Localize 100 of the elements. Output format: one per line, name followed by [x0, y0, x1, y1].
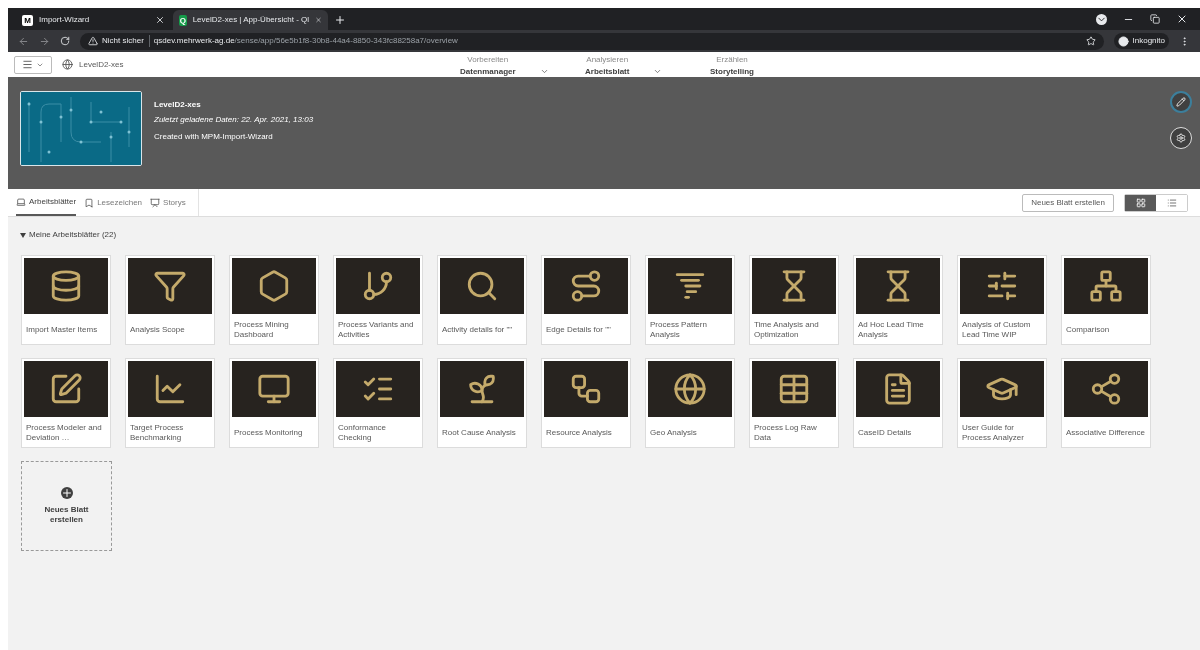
sheet-title: Target Process Benchmarking	[130, 423, 185, 443]
route-icon	[569, 269, 603, 303]
restore-icon[interactable]	[1150, 14, 1160, 24]
warning-icon	[88, 36, 98, 46]
sheet-card[interactable]: Process Variants and Activities	[333, 255, 423, 345]
search-icon	[465, 269, 499, 303]
presentation-icon	[150, 197, 161, 208]
sheet-card[interactable]: Resource Analysis	[541, 358, 631, 448]
sheet-card[interactable]: Analysis of Custom Lead Time WIP	[957, 255, 1047, 345]
sheet-card[interactable]: Activity details for ""	[437, 255, 527, 345]
sheet-title: Process Modeler and Deviation …	[26, 423, 103, 443]
sheet-card[interactable]: Geo Analysis	[645, 358, 735, 448]
sheet-card[interactable]: Process Pattern Analysis	[645, 255, 735, 345]
close-icon[interactable]	[1176, 13, 1188, 25]
create-sheet-label: Neues Blatt erstellen	[43, 505, 90, 525]
browser-tab[interactable]: Q LevelD2-xes | App-Übersicht - Ql	[173, 10, 328, 30]
new-sheet-button[interactable]: Neues Blatt erstellen	[1022, 193, 1114, 212]
sheet-title: Associative Difference	[1066, 428, 1145, 438]
nav-caption: Erzählen	[716, 54, 748, 66]
grid-icon	[1135, 197, 1146, 208]
filter-icon	[153, 269, 187, 303]
sheet-card[interactable]: Associative Difference	[1061, 358, 1151, 448]
sheet-title: Ad Hoc Lead Time Analysis	[858, 320, 925, 340]
nav-menu[interactable]: Analysieren Arbeitsblatt	[585, 54, 710, 78]
sheet-title: Edge Details for ""	[546, 325, 611, 335]
close-icon[interactable]	[155, 15, 165, 25]
back-icon[interactable]	[18, 35, 29, 47]
sheet-title: Time Analysis and Optimization	[754, 320, 820, 340]
sheet-card[interactable]: Import Master Items	[21, 255, 111, 345]
nav-label: Arbeitsblatt	[585, 66, 630, 78]
url-field[interactable]: Nicht sicher qsdev.mehrwerk-ag.de/sense/app/56e5b1f8-30b8-44a4-8850-343fc88258a7/overview	[80, 32, 1104, 50]
app-title: LevelD2-xes	[154, 99, 202, 111]
sheet-title: Analysis Scope	[130, 325, 185, 335]
globe-icon	[673, 372, 707, 406]
sheet-card[interactable]: Root Cause Analysis	[437, 358, 527, 448]
plus-icon	[60, 487, 73, 499]
reload-icon[interactable]	[60, 36, 70, 46]
grid-view-button[interactable]	[1125, 194, 1156, 211]
network-icon	[1089, 269, 1123, 303]
workflow-icon	[569, 372, 603, 406]
sheet-card[interactable]: Edge Details for ""	[541, 255, 631, 345]
sheet-card[interactable]: Process Modeler and Deviation …	[21, 358, 111, 448]
sheet-title: CaseID Details	[858, 428, 912, 438]
bookmark-star-icon[interactable]	[1085, 36, 1096, 46]
sheet-card[interactable]: Comparison	[1061, 255, 1151, 345]
favicon: M	[22, 14, 33, 26]
sheet-card[interactable]: Analysis Scope	[125, 255, 215, 345]
new-tab-icon[interactable]	[334, 14, 346, 26]
forward-icon[interactable]	[39, 35, 50, 47]
content-tab[interactable]: Lesezeichen	[84, 189, 143, 216]
sheet-card[interactable]: Ad Hoc Lead Time Analysis	[853, 255, 943, 345]
profile-chip[interactable]: Inkognito	[1113, 33, 1169, 49]
url-path: /sense/app/56e5b1f8-30b8-44a4-8850-343fc88258a7/overview	[234, 35, 458, 47]
sheet-title: Conformance Checking	[338, 423, 388, 443]
settings-button[interactable]	[1170, 127, 1192, 149]
create-sheet-tile[interactable]: Neues Blatt erstellen	[21, 461, 112, 551]
sheet-title: Analysis of Custom Lead Time WIP	[962, 320, 1032, 340]
pencil-icon	[1176, 97, 1186, 107]
database-icon	[49, 269, 83, 303]
branch-icon	[361, 269, 395, 303]
sheet-title: Process Log Raw Data	[754, 423, 818, 443]
content-tab[interactable]: Storys	[150, 189, 186, 216]
tab-title: LevelD2-xes | App-Übersicht - Ql	[192, 14, 309, 26]
nav-label: Datenmanager	[460, 66, 516, 78]
sheet-title: User Guide for Process Analyzer	[962, 423, 1025, 443]
pen-square-icon	[49, 372, 83, 406]
browser-tab[interactable]: M Import-Wizard	[16, 10, 171, 30]
sheet-title: Geo Analysis	[650, 428, 697, 438]
sheet-card[interactable]: Process Log Raw Data	[749, 358, 839, 448]
nav-caption: Vorbereiten	[467, 54, 509, 66]
laptop-icon	[16, 196, 26, 207]
bookmark-icon	[84, 197, 95, 208]
menu-icon	[22, 59, 33, 70]
sheet-card[interactable]: Process Mining Dashboard	[229, 255, 319, 345]
tab-title: Import-Wizard	[39, 14, 91, 26]
sheet-card[interactable]: Time Analysis and Optimization	[749, 255, 839, 345]
sheet-card[interactable]: Process Monitoring	[229, 358, 319, 448]
sheet-title: Comparison	[1066, 325, 1110, 335]
sheet-card[interactable]: Conformance Checking	[333, 358, 423, 448]
nav-label: Storytelling	[710, 66, 754, 78]
nav-menu[interactable]: Vorbereiten Datenmanager	[460, 54, 585, 78]
tab-search-icon[interactable]	[1096, 13, 1107, 25]
security-label: Nicht sicher	[102, 35, 150, 47]
menu-button[interactable]	[14, 55, 52, 74]
favicon: Q	[179, 14, 187, 26]
table-icon	[777, 372, 811, 406]
url-host: qsdev.mehrwerk-ag.de	[153, 35, 235, 47]
sheet-card[interactable]: User Guide for Process Analyzer	[957, 358, 1047, 448]
sheet-title: Activity details for ""	[442, 325, 513, 335]
profile-label: Inkognito	[1132, 35, 1165, 47]
sheet-card[interactable]: CaseID Details	[853, 358, 943, 448]
app-icon	[62, 59, 73, 70]
line-chart-icon	[153, 372, 187, 406]
nav-menu[interactable]: Erzählen Storytelling	[710, 54, 835, 78]
edit-button[interactable]	[1170, 91, 1192, 113]
sheet-card[interactable]: Target Process Benchmarking	[125, 358, 215, 448]
section-header[interactable]: Meine Arbeitsblätter (22)	[20, 229, 117, 241]
list-icon	[1166, 197, 1177, 208]
sliders-icon	[985, 269, 1019, 303]
app-description: Created with MPM-Import-Wizard	[154, 131, 274, 143]
